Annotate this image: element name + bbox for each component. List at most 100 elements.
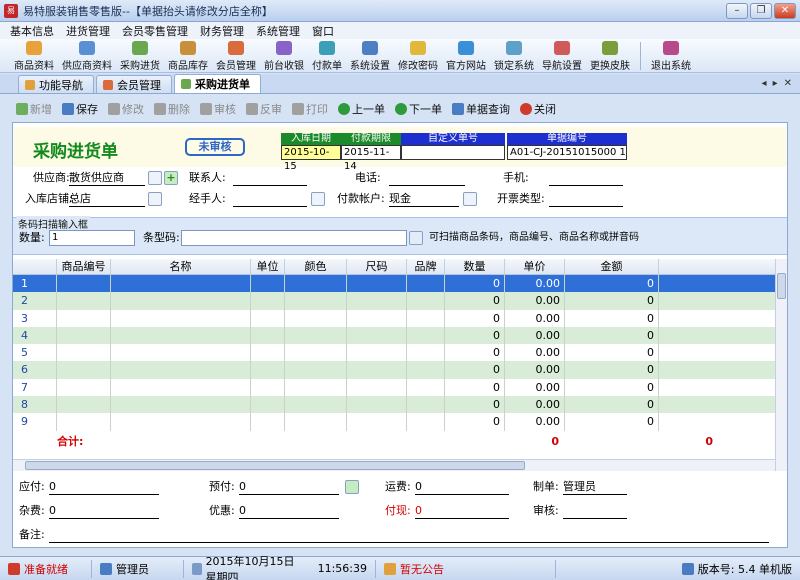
toolbar-button-cashier[interactable]: 前台收银 <box>260 40 308 72</box>
table-cell[interactable] <box>111 344 251 362</box>
table-cell[interactable] <box>285 292 347 310</box>
scroll-thumb[interactable] <box>25 461 525 470</box>
table-cell[interactable]: 0 <box>445 292 505 310</box>
grid-column-header[interactable]: 单价 <box>505 259 565 274</box>
next-button[interactable]: 下一单 <box>391 101 446 117</box>
grid-column-header[interactable]: 金额 <box>565 259 659 274</box>
table-cell[interactable]: 0.00 <box>505 344 565 362</box>
table-cell[interactable] <box>57 326 111 345</box>
table-cell[interactable] <box>111 275 251 293</box>
table-cell[interactable] <box>57 361 111 379</box>
toolbar-button-people[interactable]: 供应商资料 <box>58 40 116 72</box>
menu-system[interactable]: 系统管理 <box>250 23 306 39</box>
table-cell[interactable] <box>407 309 445 327</box>
grid-column-header[interactable]: 数量 <box>445 259 505 274</box>
table-cell[interactable]: 0.00 <box>505 378 565 397</box>
table-cell[interactable]: 0.00 <box>505 275 565 293</box>
table-cell[interactable] <box>285 344 347 362</box>
table-cell[interactable] <box>111 413 251 431</box>
table-cell[interactable] <box>285 361 347 379</box>
table-cell[interactable]: 0 <box>445 344 505 362</box>
table-row[interactable]: 5 0 0.00 0 <box>13 344 775 362</box>
table-cell[interactable]: 0.00 <box>505 326 565 345</box>
grid-column-header[interactable]: 品牌 <box>407 259 445 274</box>
table-cell[interactable] <box>251 275 285 293</box>
table-cell[interactable] <box>407 413 445 431</box>
toolbar-button-key[interactable]: 修改密码 <box>394 40 442 72</box>
table-row[interactable]: 4 0 0.00 0 <box>13 326 775 345</box>
table-cell[interactable] <box>111 326 251 345</box>
tab-scroll-right-icon[interactable]: ▸ <box>773 78 778 89</box>
close-button[interactable]: 关闭 <box>516 101 560 117</box>
table-cell[interactable] <box>251 396 285 414</box>
custom-number-input[interactable] <box>401 145 505 160</box>
table-cell[interactable] <box>347 344 407 362</box>
menu-purchase[interactable]: 进货管理 <box>60 23 116 39</box>
table-cell[interactable]: 0 <box>565 344 659 362</box>
close-window-button[interactable]: ✕ <box>774 2 796 19</box>
tab-scroll-left-icon[interactable]: ◂ <box>762 78 767 89</box>
handler-field[interactable] <box>233 191 307 207</box>
menu-basic-info[interactable]: 基本信息 <box>4 23 60 39</box>
tab-purchase-order[interactable]: 采购进货单 <box>174 74 261 93</box>
table-cell[interactable] <box>347 292 407 310</box>
approve-button[interactable]: 审核 <box>196 101 240 117</box>
table-cell[interactable]: 0 <box>565 292 659 310</box>
scan-qty-input[interactable]: 1 <box>49 230 135 246</box>
table-cell[interactable] <box>57 275 111 293</box>
table-cell[interactable]: 0 <box>565 309 659 327</box>
toolbar-button-settings[interactable]: 系统设置 <box>346 40 394 72</box>
tab-member-management[interactable]: 会员管理 <box>96 75 172 93</box>
table-cell[interactable]: 0 <box>565 396 659 414</box>
table-cell[interactable]: 0 <box>565 361 659 379</box>
minimize-button[interactable]: – <box>726 2 748 19</box>
table-cell[interactable]: 0 <box>565 275 659 293</box>
grid-column-header[interactable] <box>13 259 57 274</box>
grid-column-header[interactable]: 尺码 <box>347 259 407 274</box>
table-cell[interactable] <box>251 361 285 379</box>
toolbar-button-payment[interactable]: 付款单 <box>308 40 346 72</box>
table-cell[interactable] <box>347 413 407 431</box>
table-cell[interactable] <box>285 275 347 293</box>
table-cell[interactable]: 0 <box>565 378 659 397</box>
remark-field[interactable] <box>49 527 769 543</box>
table-cell[interactable] <box>347 361 407 379</box>
table-row[interactable]: 6 0 0.00 0 <box>13 361 775 379</box>
table-row[interactable]: 2 0 0.00 0 <box>13 292 775 310</box>
table-cell[interactable]: 0 <box>445 309 505 327</box>
table-cell[interactable] <box>57 309 111 327</box>
table-cell[interactable] <box>251 309 285 327</box>
table-cell[interactable]: 0 <box>445 275 505 293</box>
table-cell[interactable] <box>251 344 285 362</box>
table-cell[interactable] <box>407 344 445 362</box>
table-cell[interactable] <box>347 326 407 345</box>
prev-button[interactable]: 上一单 <box>334 101 389 117</box>
table-cell[interactable] <box>407 396 445 414</box>
toolbar-button-skin[interactable]: 更换皮肤 <box>586 40 634 72</box>
cash-paid-field[interactable]: 0 <box>415 503 509 519</box>
menu-window[interactable]: 窗口 <box>306 23 340 39</box>
table-cell[interactable]: 0.00 <box>505 396 565 414</box>
table-cell[interactable] <box>407 326 445 345</box>
table-row[interactable]: 9 0 0.00 0 <box>13 413 775 431</box>
payment-deadline-input[interactable]: 2015-11-14 <box>341 145 401 172</box>
toolbar-button-exit[interactable]: 退出系统 <box>647 40 695 72</box>
table-cell[interactable] <box>347 378 407 397</box>
table-cell[interactable] <box>251 413 285 431</box>
table-cell[interactable]: 0 <box>445 396 505 414</box>
handler-lookup-icon[interactable] <box>311 192 325 206</box>
table-cell[interactable] <box>57 344 111 362</box>
store-lookup-icon[interactable] <box>148 192 162 206</box>
table-cell[interactable]: 0 <box>445 378 505 397</box>
table-cell[interactable]: 0.00 <box>505 309 565 327</box>
table-cell[interactable] <box>347 309 407 327</box>
table-cell[interactable]: 0 <box>445 413 505 431</box>
table-cell[interactable]: 0 <box>445 361 505 379</box>
table-cell[interactable] <box>285 378 347 397</box>
barcode-input[interactable] <box>181 230 407 246</box>
table-cell[interactable]: 0.00 <box>505 292 565 310</box>
toolbar-button-member[interactable]: 会员管理 <box>212 40 260 72</box>
table-cell[interactable] <box>57 378 111 397</box>
prepaid-field[interactable]: 0 <box>239 479 339 495</box>
restore-button[interactable]: ❐ <box>750 2 772 19</box>
